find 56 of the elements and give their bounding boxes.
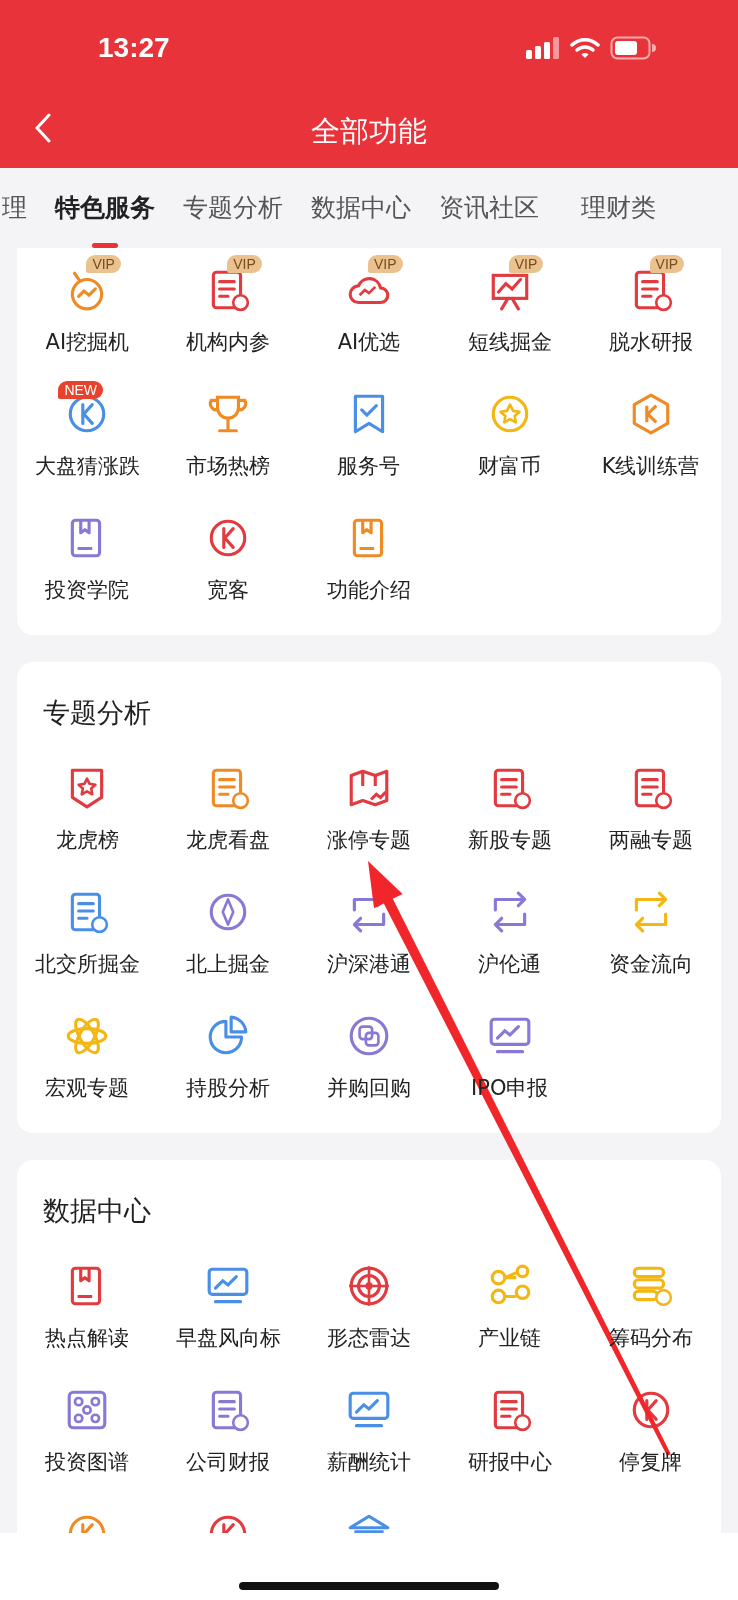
feature-item[interactable]: VIP 机构内参 — [157, 253, 299, 357]
feature-item[interactable]: 服务号 — [298, 377, 440, 481]
feature-item[interactable]: 新股专题 — [439, 751, 581, 855]
tab[interactable]: 理 — [2, 190, 27, 226]
feature-item[interactable]: 沪伦通 — [439, 875, 581, 979]
tab-underline — [92, 243, 118, 248]
feature-item[interactable]: 宽客 — [157, 501, 299, 605]
feature-item[interactable]: VIP AI挖掘机 — [17, 253, 158, 357]
badge: VIP — [368, 255, 403, 273]
badge: VIP — [649, 255, 685, 273]
feature-item[interactable]: 热点解读 — [17, 1249, 158, 1353]
feature-item[interactable]: 涨停专题 — [298, 751, 440, 855]
section-title: 数据中心 — [42, 1194, 152, 1228]
feature-item[interactable]: 并购回购 — [298, 999, 440, 1103]
feature-item[interactable]: 财富币 — [439, 377, 581, 481]
feature-item[interactable]: 两融专题 — [580, 751, 721, 855]
feature-item[interactable]: VIP 脱水研报 — [580, 253, 721, 357]
feature-item[interactable]: 薪酬统计 — [298, 1373, 440, 1477]
feature-item[interactable]: 龙虎榜 — [17, 751, 158, 855]
battery-icon — [610, 36, 656, 60]
feature-item[interactable]: 北上掘金 — [157, 875, 299, 979]
badge: VIP — [227, 255, 262, 273]
feature-item[interactable]: 产业链 — [439, 1249, 581, 1353]
feature-item[interactable]: 龙虎看盘 — [157, 751, 299, 855]
feature-item[interactable]: NEW 大盘猜涨跌 — [17, 377, 158, 481]
feature-item[interactable]: 早盘风向标 — [157, 1249, 299, 1353]
target-icon — [346, 1263, 392, 1309]
status-time: 13:27 — [98, 32, 170, 64]
feature-item[interactable]: K线训练营 — [580, 377, 721, 481]
feature-item[interactable]: VIP AI优选 — [298, 253, 440, 357]
feature-item[interactable]: 研报中心 — [439, 1373, 581, 1477]
badge: VIP — [86, 255, 121, 273]
signal-icon — [526, 37, 560, 59]
feature-item[interactable]: 投资学院 — [17, 501, 158, 605]
feature-item[interactable]: 投资图谱 — [17, 1373, 158, 1477]
section-title: 专题分析 — [42, 696, 152, 730]
tab[interactable]: 理财类 — [581, 190, 656, 226]
tab[interactable]: 专题分析 — [183, 190, 283, 226]
wifi-icon — [570, 37, 600, 59]
tab[interactable]: 资讯社区 — [439, 190, 539, 226]
page-title: 全部功能 — [311, 113, 427, 150]
badge: VIP — [508, 255, 544, 273]
feature-item[interactable]: 功能介绍 — [298, 501, 440, 605]
tab[interactable]: 数据中心 — [311, 190, 411, 226]
feature-item[interactable]: 市场热榜 — [157, 377, 299, 481]
feature-item[interactable]: 资金流向 — [580, 875, 721, 979]
feature-item[interactable]: 持股分析 — [157, 999, 299, 1103]
feature-item[interactable]: 停复牌 — [580, 1373, 721, 1477]
feature-item[interactable]: 宏观专题 — [17, 999, 158, 1103]
badge: NEW — [58, 381, 104, 399]
feature-item[interactable]: VIP 短线掘金 — [439, 253, 581, 357]
feature-item[interactable]: 北交所掘金 — [17, 875, 158, 979]
tab[interactable]: 特色服务 — [55, 190, 155, 226]
feature-item[interactable]: 公司财报 — [157, 1373, 299, 1477]
back-icon[interactable] — [34, 113, 52, 143]
feature-item[interactable]: 形态雷达 — [298, 1249, 440, 1353]
